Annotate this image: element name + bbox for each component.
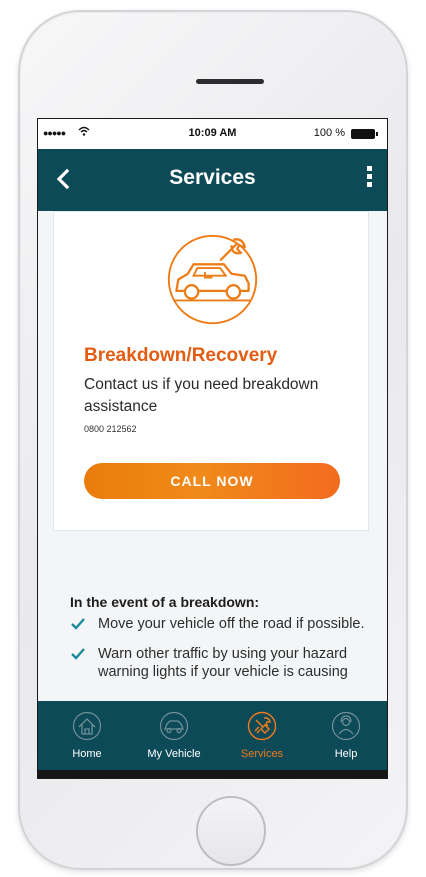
list-item-text: Move your vehicle off the road if possib… [98,616,365,632]
tab-services[interactable]: Services [218,711,306,760]
service-title: Breakdown/Recovery [84,345,278,366]
car-icon [159,711,189,741]
page-title: Services [169,166,256,189]
service-card: Breakdown/Recovery Contact us if you nee… [53,211,369,531]
tab-home-label: Home [72,748,102,760]
breakdown-info: In the event of a breakdown: Move your v… [70,594,380,681]
home-icon [72,711,102,741]
phone-home-button[interactable] [196,796,266,866]
checkmark-icon [71,648,85,660]
service-phone-number: 0800 212562 [84,424,137,434]
tab-my-vehicle-label: My Vehicle [147,748,201,760]
service-description: Contact us if you need breakdown assista… [84,376,319,415]
call-now-button[interactable]: CALL NOW [84,463,340,499]
checkmark-icon [71,618,85,630]
status-bar: ●●●●● 10:09 AM 100 % [38,119,387,149]
app-screen: ●●●●● 10:09 AM 100 % Services Breakdown/… [37,118,388,779]
battery-percent: 100 % [313,127,345,139]
help-icon [331,711,361,741]
tab-home[interactable]: Home [43,711,131,760]
more-menu-icon[interactable] [365,166,373,192]
list-item-text: Warn other traffic by using your hazard … [98,646,348,680]
phone-speaker [196,79,264,84]
header-bar: Services [38,149,387,211]
bottom-tab-bar: Home My Vehicle Services Help [38,701,387,778]
tab-services-label: Services [240,748,284,760]
services-icon [247,711,277,741]
tab-help[interactable]: Help [302,711,387,760]
tab-my-vehicle[interactable]: My Vehicle [130,711,218,760]
tab-help-label: Help [334,748,358,760]
battery-icon [351,129,378,139]
breakdown-info-heading: In the event of a breakdown: [70,594,260,610]
list-item: Move your vehicle off the road if possib… [70,615,380,633]
services-content[interactable]: Breakdown/Recovery Contact us if you nee… [38,211,387,682]
list-item: Warn other traffic by using your hazard … [70,645,380,681]
breakdown-car-icon [167,234,258,325]
